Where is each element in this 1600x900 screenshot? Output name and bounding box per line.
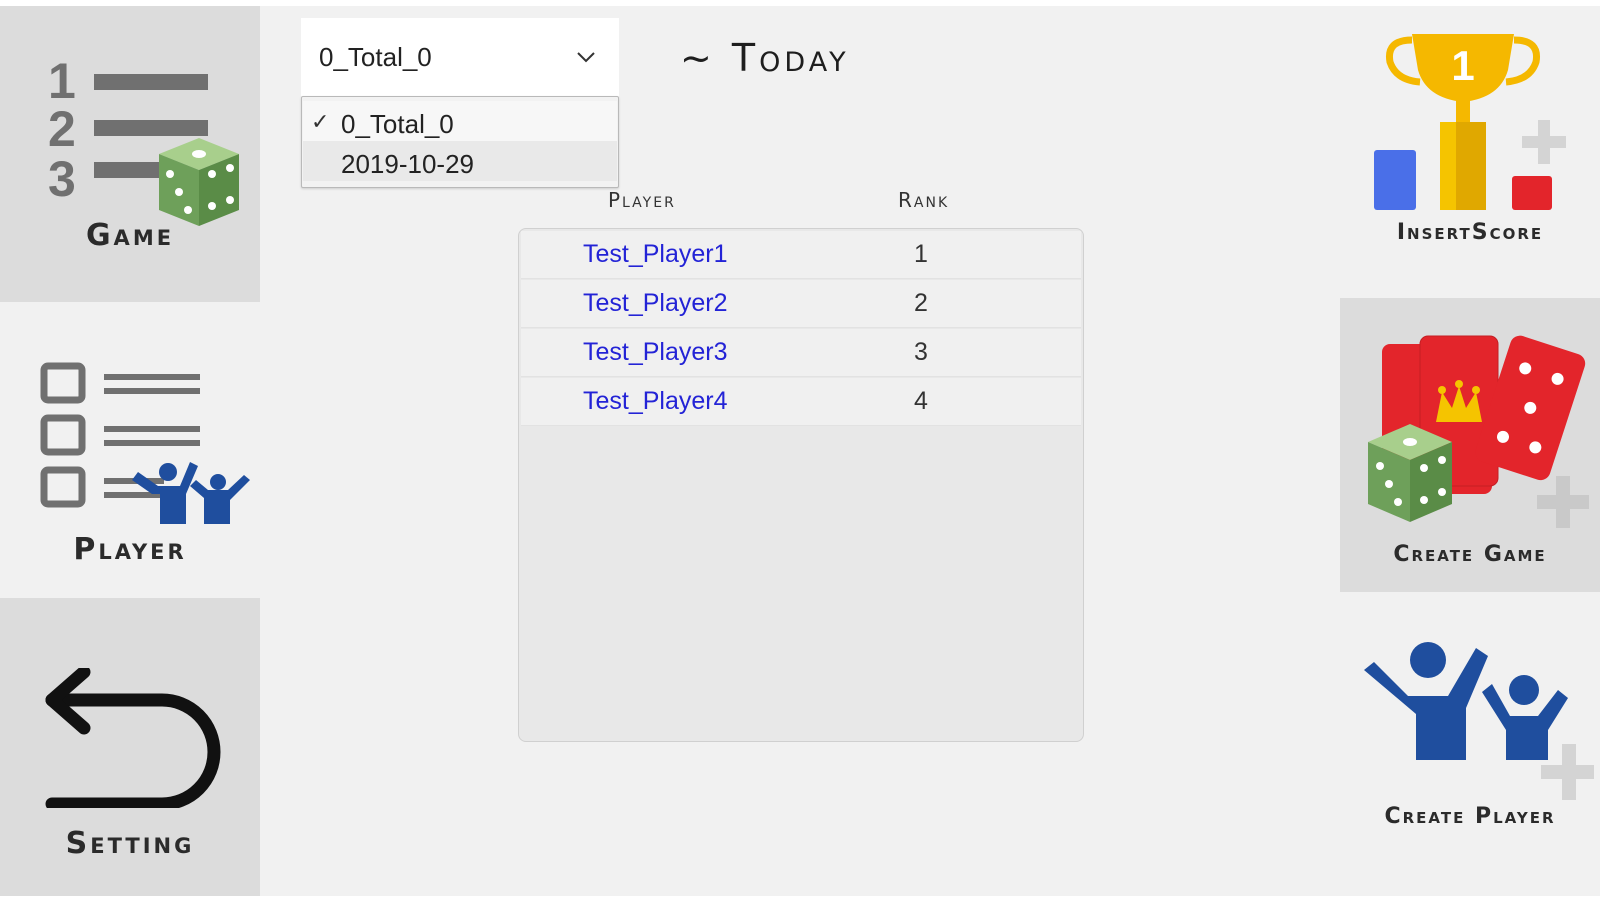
period-select[interactable]: 0_Total_0 [301,18,619,98]
dropdown-option-label: 0_Total_0 [341,109,454,139]
dropdown-option[interactable]: 2019-10-29 [303,141,617,181]
nav-game-button[interactable]: 1 2 3 Game [0,6,260,302]
checklist-people-icon [40,362,250,524]
ranked-list-dice-icon: 1 2 3 [48,53,239,226]
trophy-podium-icon: 1 [1374,34,1566,210]
rank-cell: 2 [914,289,928,317]
create-player-button[interactable]: Create Player [1340,594,1600,896]
table-row: Test_Player1 1 [521,231,1081,279]
table-row: Test_Player4 4 [521,378,1081,426]
app-window: 1 2 3 Game Player Setting 0_Total_0 ✓ 0_… [0,6,1600,896]
player-link[interactable]: Test_Player2 [583,289,728,318]
create-player-label: Create Player [1384,804,1556,829]
rank-cell: 1 [914,240,928,268]
svg-text:1: 1 [1451,42,1474,89]
ranking-table: Test_Player1 1 Test_Player2 2 Test_Playe… [518,228,1084,742]
table-row: Test_Player3 3 [521,329,1081,377]
cards-dice-plus-icon [1368,335,1589,528]
insert-score-button[interactable]: 1 InsertScore [1340,6,1600,296]
svg-text:3: 3 [48,151,76,207]
period-dropdown-menu: ✓ 0_Total_0 2019-10-29 [301,96,619,188]
rank-cell: 4 [914,387,928,415]
player-link[interactable]: Test_Player3 [583,338,728,367]
create-game-label: Create Game [1393,542,1547,567]
left-navigation: 1 2 3 Game Player Setting [0,6,260,896]
rank-cell: 3 [914,338,928,366]
insert-score-label: InsertScore [1396,220,1544,245]
period-label: ~ Today [680,36,850,80]
nav-setting-label: Setting [65,826,195,861]
dropdown-option[interactable]: ✓ 0_Total_0 [303,101,617,141]
check-icon: ✓ [311,109,330,134]
column-header-rank: Rank [898,188,950,212]
column-header-player: Player [608,188,676,212]
player-link[interactable]: Test_Player1 [583,240,728,269]
table-row: Test_Player2 2 [521,280,1081,328]
right-actions: 1 InsertScore Create Game Create Player [1340,6,1600,896]
player-link[interactable]: Test_Player4 [583,387,728,416]
nav-setting-button[interactable]: Setting [0,598,260,896]
nav-player-label: Player [73,532,187,567]
svg-text:2: 2 [48,101,76,157]
people-plus-icon [1364,642,1594,800]
nav-player-button[interactable]: Player [0,302,260,598]
nav-game-label: Game [85,218,175,253]
back-arrow-icon [45,668,221,808]
period-select-value: 0_Total_0 [319,42,432,72]
create-game-button[interactable]: Create Game [1340,298,1600,592]
dropdown-option-label: 2019-10-29 [341,149,474,179]
chevron-down-icon [577,52,595,63]
